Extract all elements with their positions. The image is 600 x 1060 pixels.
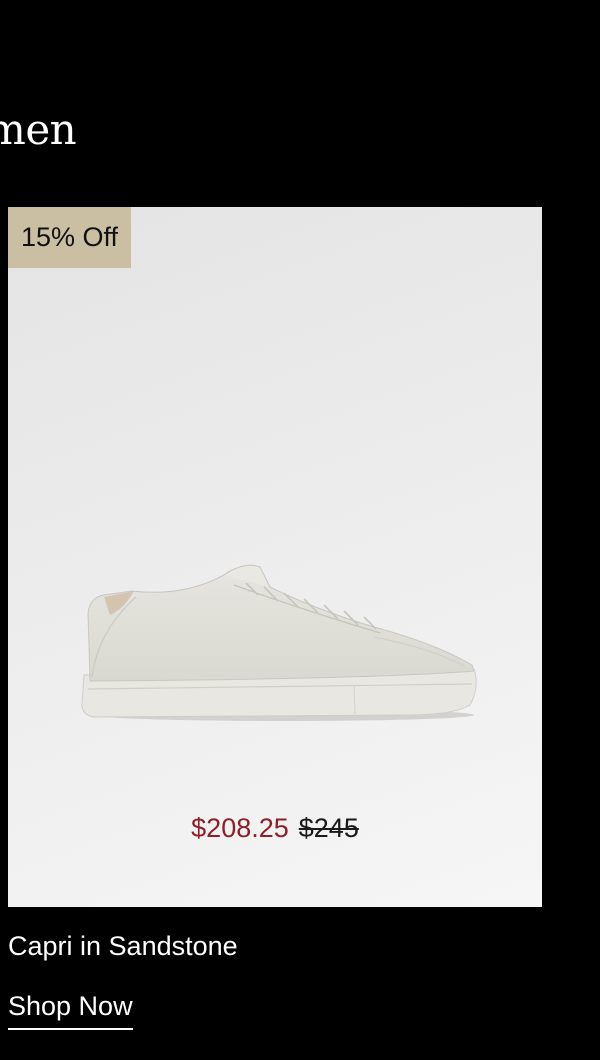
price-row: $208.25 $245 <box>8 810 542 846</box>
section-title: men <box>0 105 77 154</box>
product-name[interactable]: Capri in Sandstone <box>8 928 238 964</box>
shop-now-link[interactable]: Shop Now <box>8 988 133 1030</box>
sneaker-image[interactable] <box>74 557 484 737</box>
product-card[interactable]: 15% Off $208.25 $245 <box>8 207 542 907</box>
sale-price: $208.25 <box>191 813 289 843</box>
original-price: $245 <box>298 813 359 843</box>
discount-badge: 15% Off <box>8 207 131 268</box>
